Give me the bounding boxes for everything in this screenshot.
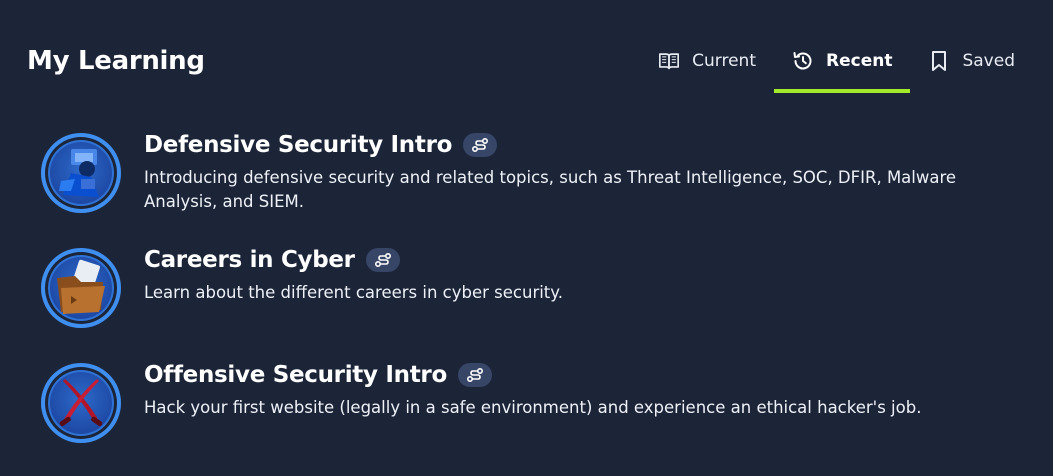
course-text: Offensive Security Intro Hack your first…	[144, 358, 1004, 420]
learning-tabs: Current Recent Saved	[640, 32, 1033, 94]
tab-current[interactable]: Current	[640, 32, 774, 90]
course-list: Defensive Security Intro Introducing def…	[41, 128, 1021, 473]
course-text: Careers in Cyber Learn about the differe…	[144, 243, 1004, 305]
careers-folder-badge-icon	[41, 248, 121, 328]
course-title-row: Careers in Cyber	[144, 243, 1004, 277]
tab-recent-label: Recent	[826, 51, 893, 71]
learning-path-icon	[365, 248, 400, 272]
bookmark-icon	[928, 50, 950, 72]
tab-current-label: Current	[692, 51, 756, 71]
course-description: Introducing defensive security and relat…	[144, 168, 957, 211]
course-description: Hack your first website (legally in a sa…	[144, 398, 922, 417]
tab-recent[interactable]: Recent	[774, 32, 911, 93]
course-title-row: Defensive Security Intro	[144, 128, 1004, 162]
book-open-icon	[658, 50, 680, 72]
learning-path-icon	[457, 363, 492, 387]
history-icon	[792, 50, 814, 72]
page-title: My Learning	[27, 46, 205, 76]
list-item[interactable]: Offensive Security Intro Hack your first…	[41, 358, 1021, 473]
course-title-row: Offensive Security Intro	[144, 358, 1004, 392]
course-description: Learn about the different careers in cyb…	[144, 283, 563, 302]
list-item[interactable]: Defensive Security Intro Introducing def…	[41, 128, 1021, 243]
my-learning-panel: My Learning Current Recent Saved Defensi…	[0, 0, 1053, 476]
defensive-security-badge-icon	[41, 133, 121, 213]
course-title[interactable]: Offensive Security Intro	[144, 362, 447, 388]
learning-path-icon	[463, 133, 498, 157]
course-text: Defensive Security Intro Introducing def…	[144, 128, 1004, 214]
list-item[interactable]: Careers in Cyber Learn about the differe…	[41, 243, 1021, 358]
tab-saved-label: Saved	[962, 51, 1015, 71]
course-title[interactable]: Careers in Cyber	[144, 247, 355, 273]
crossed-swords-badge-icon	[41, 363, 121, 443]
course-title[interactable]: Defensive Security Intro	[144, 132, 452, 158]
tab-saved[interactable]: Saved	[910, 32, 1033, 90]
